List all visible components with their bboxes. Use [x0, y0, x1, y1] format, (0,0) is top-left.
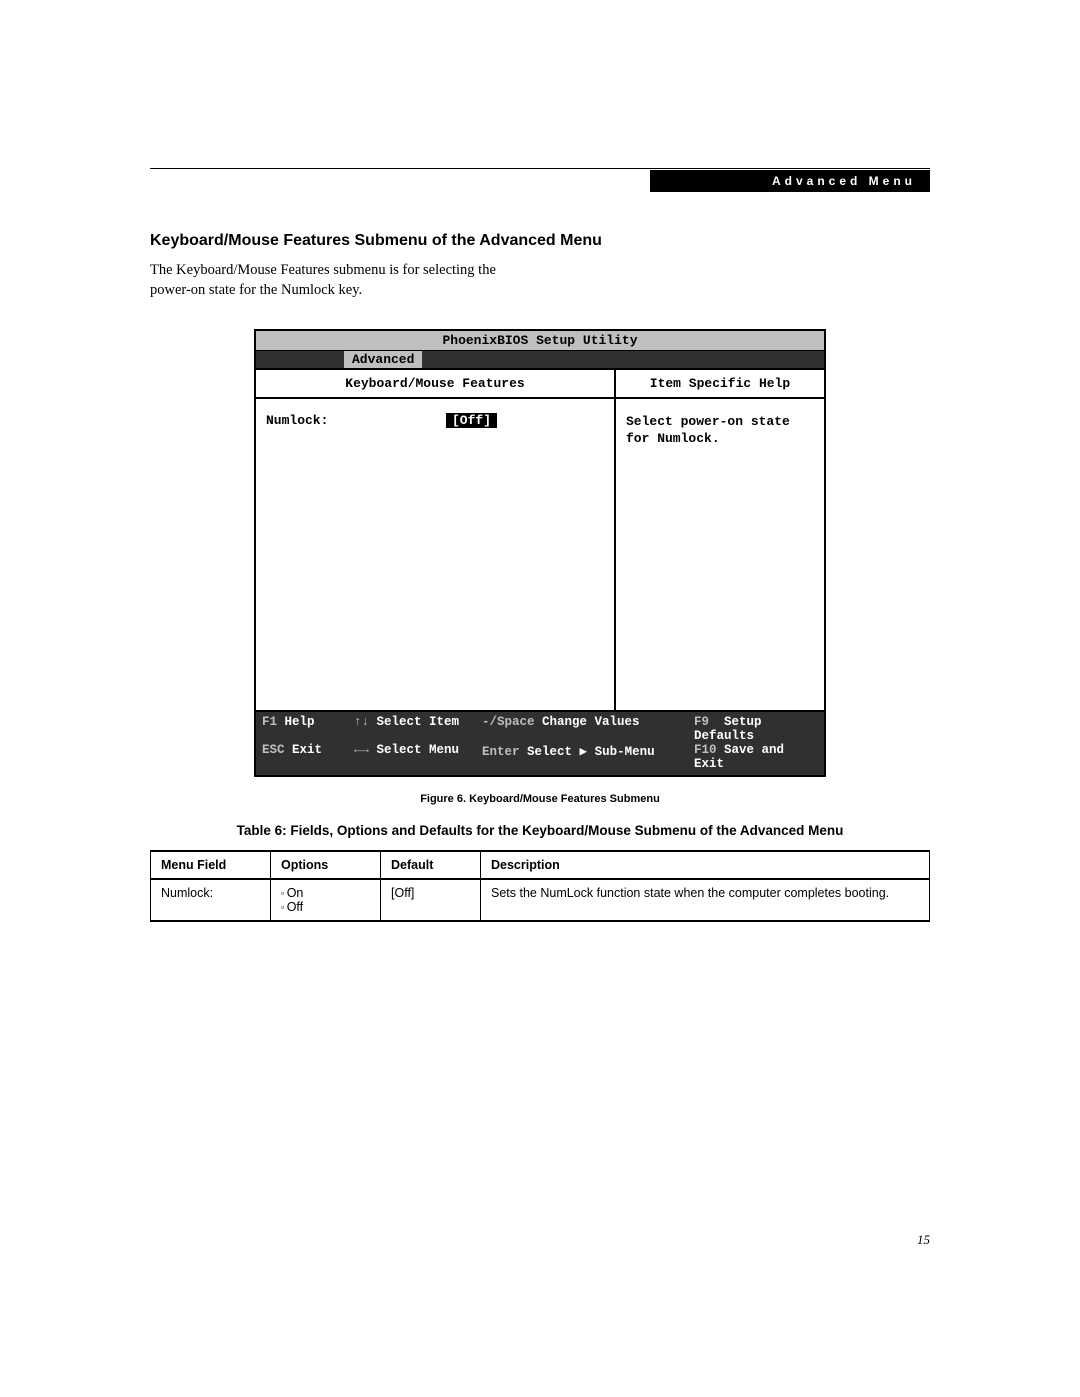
bios-key-f10: F10	[694, 743, 717, 757]
bios-screenshot: PhoenixBIOS Setup Utility Advanced Keybo…	[254, 329, 826, 777]
th-default: Default	[381, 851, 481, 879]
bios-right-panel: Item Specific Help Select power-on state…	[616, 370, 824, 710]
bios-footer: F1 Help ↑↓ Select Item -/Space Change Va…	[256, 710, 824, 775]
option-on: On	[281, 886, 370, 900]
bios-field-value: [Off]	[446, 413, 497, 428]
bios-key-updown: ↑↓	[354, 715, 369, 729]
section-heading: Keyboard/Mouse Features Submenu of the A…	[150, 232, 930, 250]
bios-left-header: Keyboard/Mouse Features	[256, 370, 614, 399]
figure-caption: Figure 6. Keyboard/Mouse Features Submen…	[150, 793, 930, 805]
bios-left-panel: Keyboard/Mouse Features Numlock: [Off]	[256, 370, 616, 710]
th-description: Description	[481, 851, 930, 879]
table-caption: Table 6: Fields, Options and Defaults fo…	[150, 823, 930, 838]
th-options: Options	[271, 851, 381, 879]
option-off: Off	[281, 900, 370, 914]
bios-key-f9: F9	[694, 715, 709, 729]
bios-field-label: Numlock:	[266, 413, 446, 428]
bios-key-enter: Enter	[482, 745, 520, 759]
cell-default: [Off]	[381, 879, 481, 921]
th-menu-field: Menu Field	[151, 851, 271, 879]
bios-right-header: Item Specific Help	[616, 370, 824, 399]
bios-field-row: Numlock: [Off]	[266, 413, 604, 428]
table-row: Numlock: On Off [Off] Sets the NumLock f…	[151, 879, 930, 921]
bios-title: PhoenixBIOS Setup Utility	[256, 331, 824, 351]
bios-key-f1: F1	[262, 715, 277, 729]
bios-help-text: Select power-on state for Numlock.	[616, 399, 824, 462]
top-rule	[150, 168, 930, 169]
fields-table: Menu Field Options Default Description N…	[150, 850, 930, 922]
bios-tab-advanced: Advanced	[344, 351, 422, 368]
bios-key-esc: ESC	[262, 743, 285, 757]
bios-key-space: -/Space	[482, 715, 535, 729]
cell-description: Sets the NumLock function state when the…	[481, 879, 930, 921]
bios-tabs: Advanced	[256, 351, 824, 370]
section-body: The Keyboard/Mouse Features submenu is f…	[150, 260, 530, 301]
bios-key-leftright: ←→	[354, 743, 369, 757]
page-number: 15	[917, 1232, 930, 1248]
page-content: Advanced Menu Keyboard/Mouse Features Su…	[150, 168, 930, 922]
cell-options: On Off	[271, 879, 381, 921]
section-badge: Advanced Menu	[650, 170, 930, 192]
cell-field: Numlock:	[151, 879, 271, 921]
